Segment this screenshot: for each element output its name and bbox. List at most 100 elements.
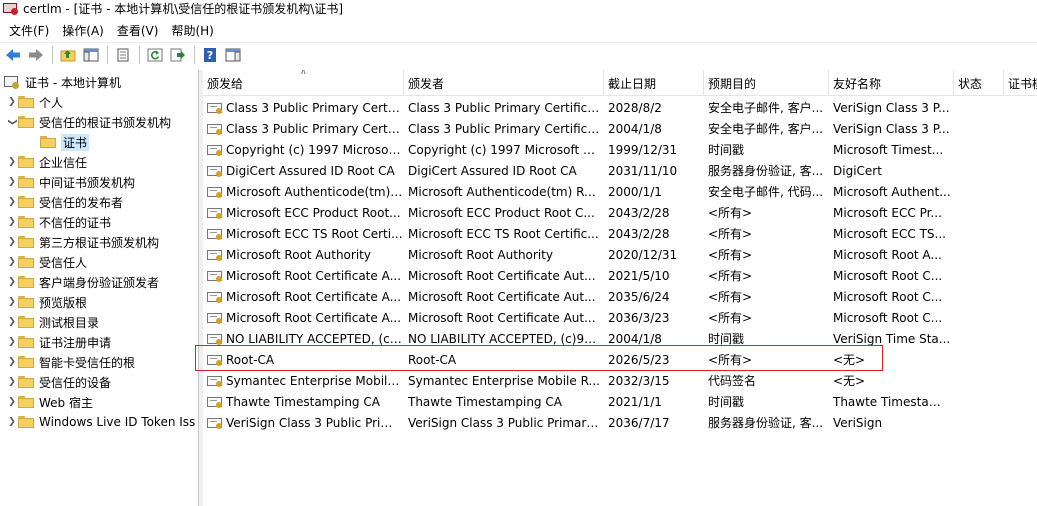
column-header-friendly-name[interactable]: 友好名称 [829, 70, 954, 96]
tree-item-web-hosting[interactable]: ❯ Web 宿主 [6, 392, 93, 412]
chevron-right-icon[interactable]: ❯ [6, 152, 18, 172]
table-cell: Symantec Enterprise Mobile ... [207, 370, 403, 391]
folder-icon [18, 296, 34, 308]
tree-item-untrusted[interactable]: ❯ 不信任的证书 [6, 212, 111, 232]
table-cell: Microsoft ECC TS Root Certi... [207, 223, 403, 244]
tree-item-trusted-devices[interactable]: ❯ 受信任的设备 [6, 372, 111, 392]
tree-item-preview-root[interactable]: ❯ 预览版根 [6, 292, 87, 312]
table-cell: DigiCert Assured ID Root CA [207, 160, 403, 181]
chevron-right-icon[interactable]: ❯ [6, 232, 18, 252]
certificate-icon [207, 185, 223, 199]
column-header-issued-to[interactable]: ∧ 颁发给 [203, 70, 404, 96]
table-row[interactable]: Class 3 Public Primary Certifi... Class 3… [203, 118, 1037, 139]
table-cell: 2000/1/1 [608, 184, 662, 199]
table-cell: 服务器身份验证, 客... [708, 164, 824, 178]
chevron-right-icon[interactable]: ❯ [6, 212, 18, 232]
tree-item-trusted-people[interactable]: ❯ 受信任人 [6, 252, 87, 272]
table-row[interactable]: Microsoft Authenticode(tm) ... Microsoft … [203, 181, 1037, 202]
refresh-button[interactable] [145, 45, 165, 65]
table-row[interactable]: Symantec Enterprise Mobile ... Symantec E… [203, 370, 1037, 391]
chevron-right-icon[interactable]: ❯ [6, 92, 18, 112]
table-row[interactable]: Thawte Timestamping CA Thawte Timestampin… [203, 391, 1037, 412]
table-cell: Thawte Timestamping CA [408, 394, 562, 409]
tree-item-trusted-root[interactable]: ❯ 受信任的根证书颁发机构 [6, 112, 171, 132]
tree-item-trusted-publishers[interactable]: ❯ 受信任的发布者 [6, 192, 123, 212]
chevron-right-icon[interactable]: ❯ [6, 312, 18, 332]
tree-item-smart-card-roots[interactable]: ❯ 智能卡受信任的根 [6, 352, 135, 372]
table-row[interactable]: Root-CA Root-CA 2026/5/23 <所有> <无> [203, 349, 1037, 370]
menu-view[interactable]: 查看(V) [112, 22, 164, 39]
folder-icon [18, 176, 34, 188]
table-row[interactable]: DigiCert Assured ID Root CA DigiCert Assu… [203, 160, 1037, 181]
table-cell: Copyright (c) 1997 Microsoft... [207, 139, 403, 160]
table-cell: 2036/3/23 [608, 310, 670, 325]
chevron-right-icon[interactable]: ❯ [6, 272, 18, 292]
folder-icon [18, 356, 34, 368]
chevron-right-icon[interactable]: ❯ [6, 372, 18, 392]
column-header-status[interactable]: 状态 [954, 70, 1004, 96]
table-cell: <无> [833, 374, 866, 388]
certificate-app-icon [3, 2, 19, 15]
table-cell: Microsoft ECC TS... [833, 226, 946, 241]
column-header-issued-by[interactable]: 颁发者 [404, 70, 604, 96]
certificate-store-icon [4, 75, 20, 89]
tree-item-third-party-root[interactable]: ❯ 第三方根证书颁发机构 [6, 232, 159, 252]
table-row[interactable]: Microsoft Root Certificate A... Microsoft… [203, 307, 1037, 328]
toolbar-separator [107, 45, 108, 64]
tree-item-client-auth-issuers[interactable]: ❯ 客户端身份验证颁发者 [6, 272, 159, 292]
forward-button[interactable] [26, 45, 46, 65]
chevron-right-icon[interactable]: ❯ [6, 332, 18, 352]
table-row[interactable]: Microsoft Root Authority Microsoft Root A… [203, 244, 1037, 265]
tree-item-test-roots[interactable]: ❯ 测试根目录 [6, 312, 99, 332]
table-row[interactable]: Microsoft ECC Product Root... Microsoft E… [203, 202, 1037, 223]
tree-item-certificates[interactable]: 证书 [40, 132, 90, 152]
toolbar-separator [194, 45, 195, 64]
action-pane-button[interactable] [223, 45, 243, 65]
column-header-template[interactable]: 证书模 [1004, 70, 1037, 96]
table-cell: Microsoft Authent... [833, 184, 951, 199]
help-button[interactable]: ? [200, 45, 220, 65]
table-row[interactable]: Microsoft Root Certificate A... Microsoft… [203, 286, 1037, 307]
chevron-right-icon[interactable]: ❯ [6, 352, 18, 372]
tree-item-enrollment-requests[interactable]: ❯ 证书注册申请 [6, 332, 111, 352]
menu-file[interactable]: 文件(F) [4, 22, 54, 39]
column-header-intended-purposes[interactable]: 预期目的 [704, 70, 829, 96]
properties-button[interactable] [113, 45, 133, 65]
table-cell: 2020/12/31 [608, 247, 678, 262]
chevron-right-icon[interactable]: ❯ [6, 412, 18, 432]
tree-item-personal[interactable]: ❯ 个人 [6, 92, 63, 112]
table-row[interactable]: Class 3 Public Primary Certifi... Class 3… [203, 97, 1037, 118]
chevron-right-icon[interactable]: ❯ [6, 392, 18, 412]
chevron-right-icon[interactable]: ❯ [6, 192, 18, 212]
table-row[interactable]: Microsoft Root Certificate A... Microsoft… [203, 265, 1037, 286]
table-row[interactable]: NO LIABILITY ACCEPTED, (c)... NO LIABILIT… [203, 328, 1037, 349]
chevron-right-icon[interactable]: ❯ [6, 252, 18, 272]
certificate-icon [207, 374, 223, 388]
table-cell: VeriSign Class 3 P... [833, 100, 950, 115]
folder-icon [18, 156, 34, 168]
tree-item-windows-live-id[interactable]: ❯ Windows Live ID Token Iss [6, 412, 195, 432]
table-cell: 2021/5/10 [608, 268, 670, 283]
table-cell: 2004/1/8 [608, 331, 662, 346]
export-list-button[interactable] [168, 45, 188, 65]
table-row[interactable]: Microsoft ECC TS Root Certi... Microsoft … [203, 223, 1037, 244]
table-cell: 2043/2/28 [608, 226, 670, 241]
table-row[interactable]: Copyright (c) 1997 Microsoft... Copyright… [203, 139, 1037, 160]
export-icon [170, 48, 185, 61]
table-cell: Copyright (c) 1997 Microsoft C... [408, 142, 602, 157]
tree-item-intermediate-ca[interactable]: ❯ 中间证书颁发机构 [6, 172, 135, 192]
certificate-icon [207, 332, 223, 346]
menu-action[interactable]: 操作(A) [57, 22, 109, 39]
show-hide-tree-button[interactable] [81, 45, 101, 65]
tree-item-enterprise-trust[interactable]: ❯ 企业信任 [6, 152, 87, 172]
chevron-right-icon[interactable]: ❯ [6, 172, 18, 192]
tree-root[interactable]: 证书 - 本地计算机 [4, 72, 121, 92]
chevron-right-icon[interactable]: ❯ [6, 292, 18, 312]
window-title: certlm - [证书 - 本地计算机\受信任的根证书颁发机构\证书] [23, 2, 344, 16]
up-level-button[interactable] [58, 45, 78, 65]
table-row[interactable]: VeriSign Class 3 Public Prim... VeriSign … [203, 412, 1037, 433]
column-header-expiration[interactable]: 截止日期 [604, 70, 704, 96]
back-button[interactable] [3, 45, 23, 65]
table-cell: Microsoft Root Certificate A... [207, 265, 403, 286]
menu-help[interactable]: 帮助(H) [166, 22, 218, 39]
